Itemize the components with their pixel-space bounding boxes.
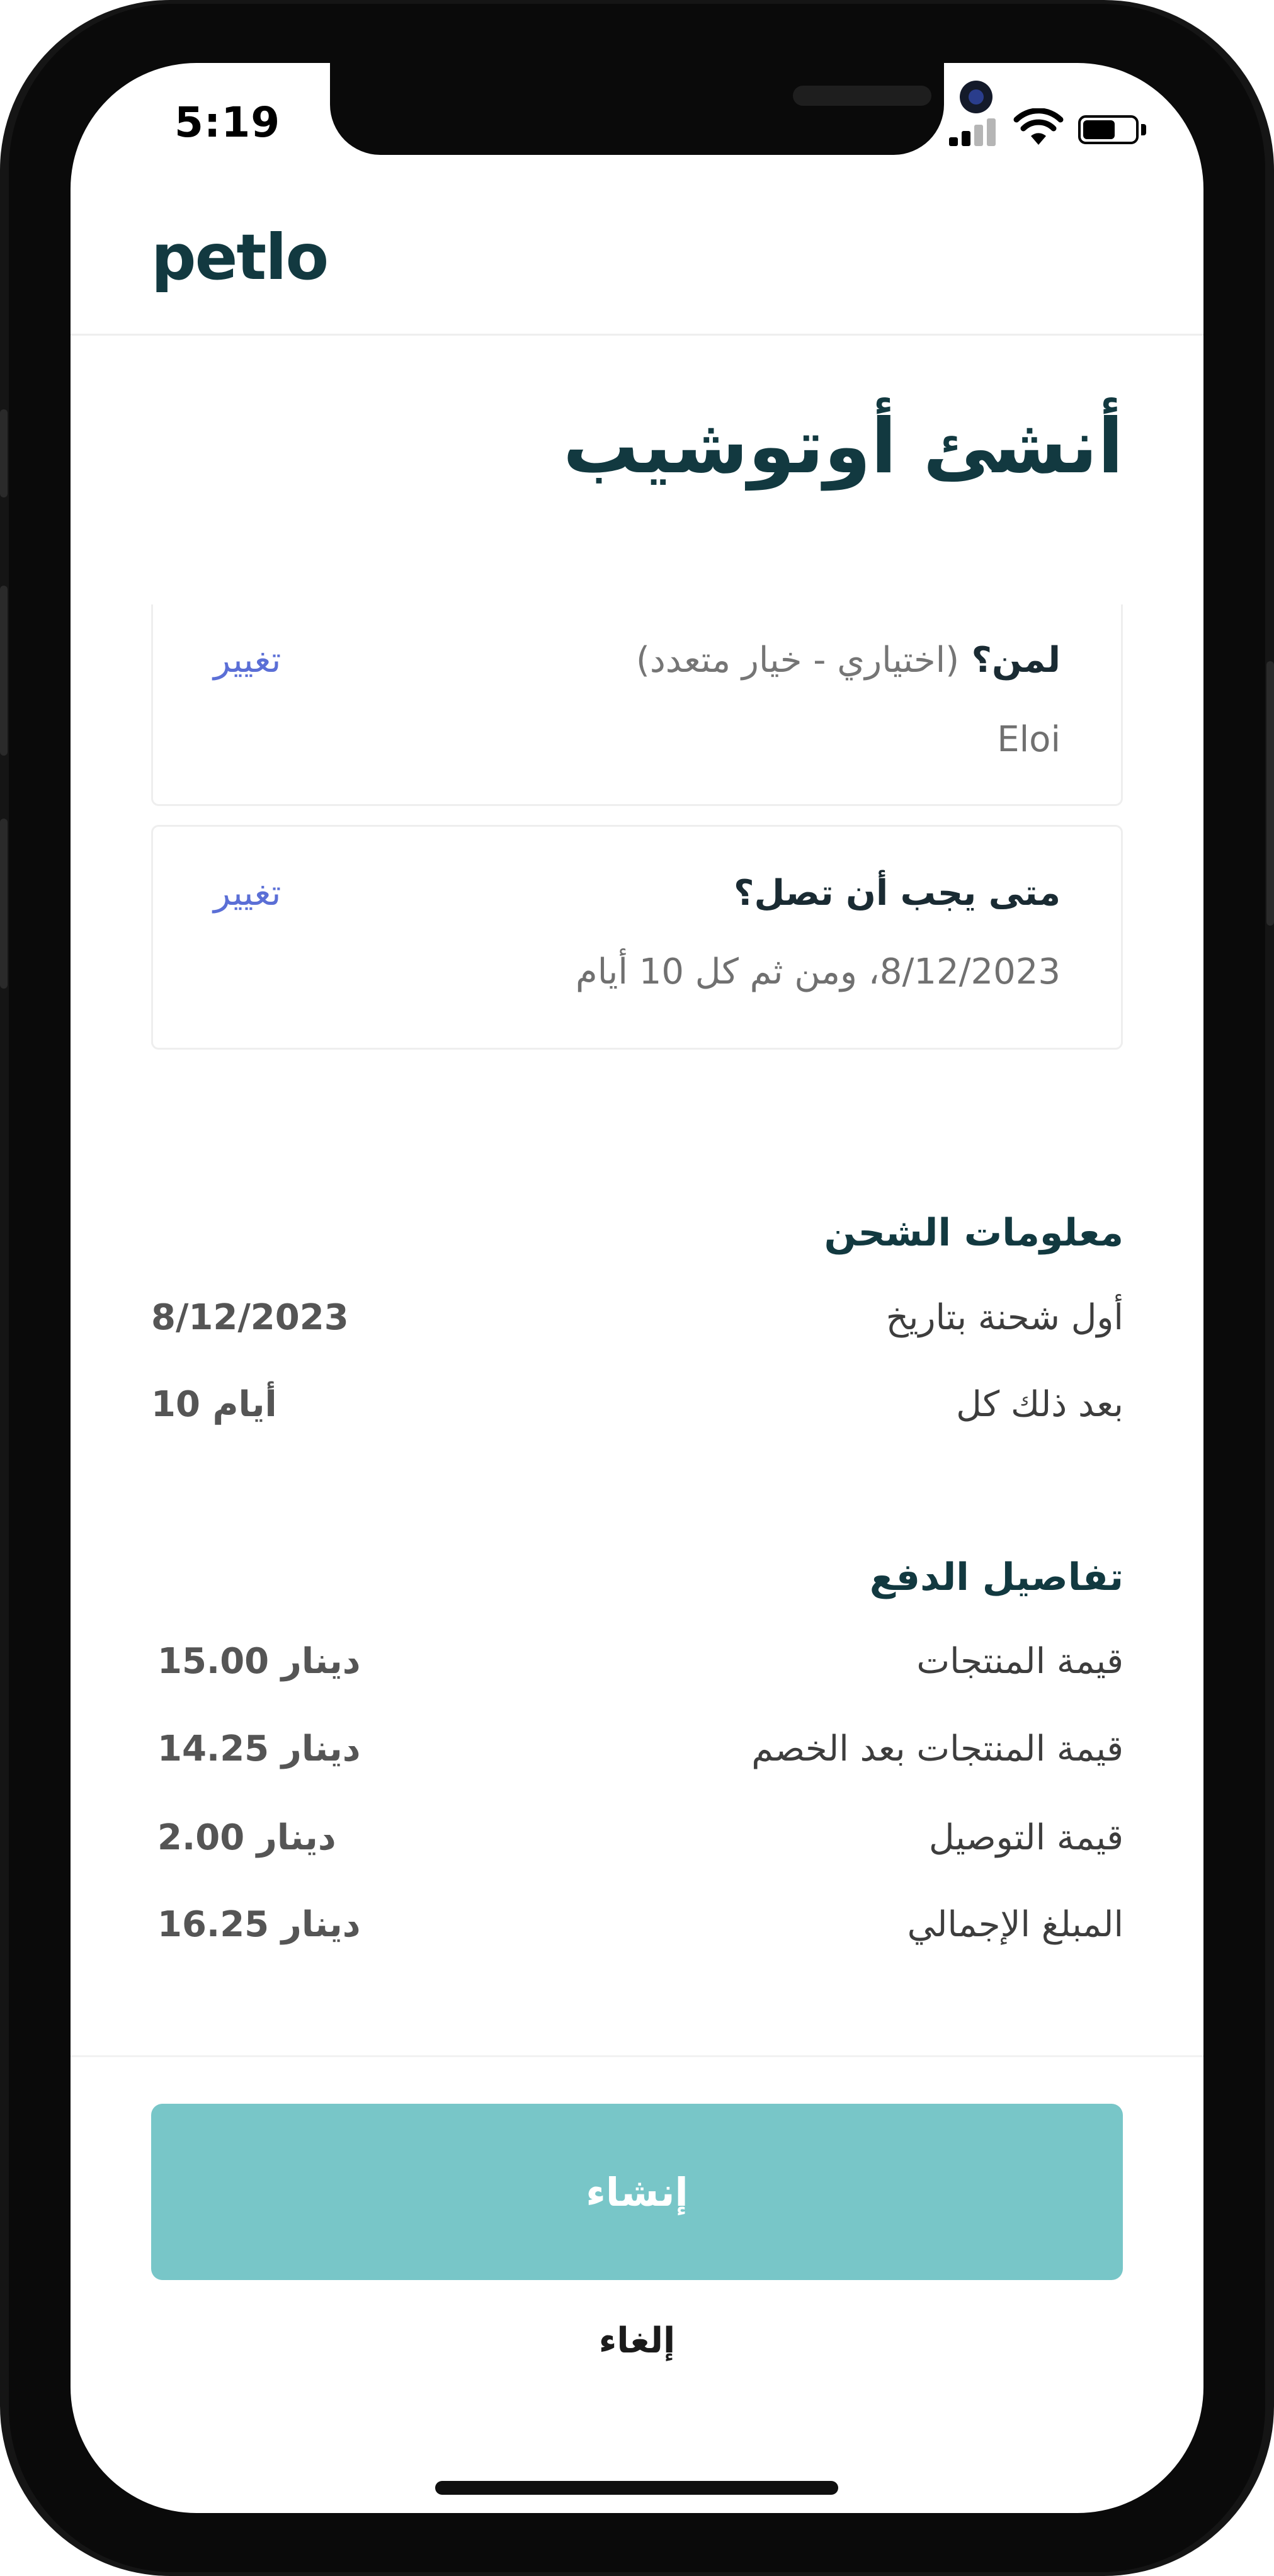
volume-down-button — [0, 819, 8, 989]
create-button[interactable]: إنشاء — [151, 2104, 1123, 2280]
header-divider — [71, 334, 1203, 336]
front-camera-icon — [960, 81, 992, 113]
frequency-value: 10 أيام — [151, 1384, 277, 1425]
notch — [330, 63, 992, 155]
discounted-products-amount: 14.25 دينار — [157, 1728, 361, 1769]
delivery-fee-label: قيمة التوصيل — [928, 1817, 1123, 1858]
status-time: 5:19 — [174, 98, 281, 147]
cellular-signal-icon — [949, 118, 999, 146]
products-value-amount: 15.00 دينار — [157, 1641, 361, 1682]
petlo-logo[interactable]: petlo — [151, 220, 329, 294]
phone-frame: 5:19 petlo أنشئ أوتوشيب لمن؟ (اختياري - … — [0, 0, 1274, 2576]
products-value-label: قيمة المنتجات — [916, 1641, 1123, 1682]
home-indicator[interactable] — [435, 2481, 838, 2495]
change-delivery-link[interactable]: تغيير — [213, 873, 281, 914]
first-shipment-label: أول شحنة بتاريخ — [885, 1297, 1123, 1338]
recipient-card[interactable]: لمن؟ (اختياري - خيار متعدد) Eloi تغيير — [151, 604, 1123, 806]
total-amount-label: المبلغ الإجمالي — [907, 1904, 1123, 1945]
power-button — [1266, 661, 1274, 926]
change-recipient-link[interactable]: تغيير — [213, 640, 281, 681]
cancel-button[interactable]: إلغاء — [71, 2320, 1203, 2361]
volume-up-button — [0, 586, 8, 756]
delivery-schedule-value: 8/12/2023، ومن ثم كل 10 أيام — [576, 951, 1061, 992]
wifi-icon — [1013, 108, 1064, 145]
app-screen: 5:19 petlo أنشئ أوتوشيب لمن؟ (اختياري - … — [71, 63, 1203, 2513]
delivery-fee-amount: 2.00 دينار — [157, 1817, 336, 1858]
battery-icon — [1078, 115, 1139, 144]
earpiece-speaker — [793, 86, 931, 106]
frequency-label: بعد ذلك كل — [956, 1384, 1123, 1425]
page-title: أنشئ أوتوشيب — [562, 403, 1123, 491]
recipient-optional-note: (اختياري - خيار متعدد) — [635, 640, 960, 681]
recipient-card-title: لمن؟ (اختياري - خيار متعدد) — [636, 640, 1061, 681]
total-amount-value: 16.25 دينار — [157, 1904, 361, 1945]
side-button — [0, 409, 8, 497]
shipping-info-title: معلومات الشحن — [824, 1211, 1123, 1255]
delivery-card-title: متى يجب أن تصل؟ — [733, 873, 1061, 914]
recipient-question: لمن؟ — [971, 640, 1061, 681]
discounted-products-label: قيمة المنتجات بعد الخصم — [751, 1728, 1123, 1769]
battery-cap — [1141, 124, 1146, 135]
payment-details-title: تفاصيل الدفع — [869, 1555, 1123, 1599]
recipient-value: Eloi — [997, 719, 1061, 760]
delivery-card[interactable]: متى يجب أن تصل؟ 8/12/2023، ومن ثم كل 10 … — [151, 825, 1123, 1050]
first-shipment-value: 8/12/2023 — [151, 1297, 349, 1338]
footer-divider — [71, 2055, 1203, 2057]
